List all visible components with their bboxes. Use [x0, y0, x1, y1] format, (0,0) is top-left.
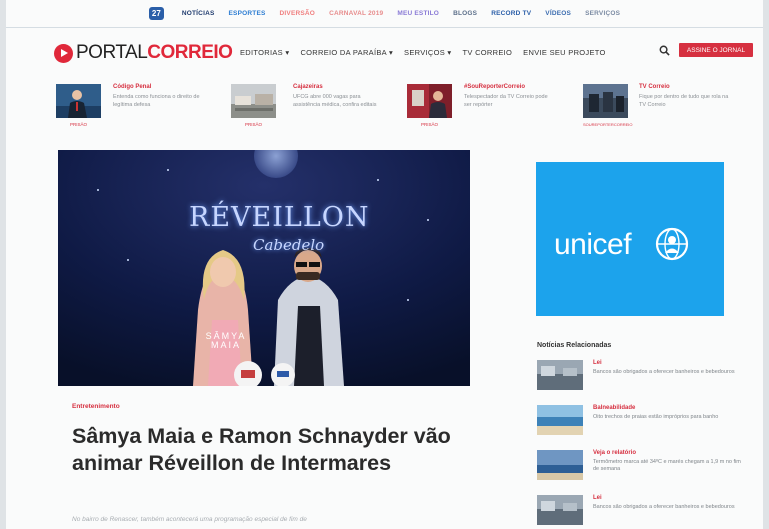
related-item-desc: Termômetro marca até 34ºC e marés chegam…: [593, 459, 741, 472]
ad-brand-text: unicef: [554, 228, 632, 261]
related-thumbnail: [537, 360, 583, 390]
highlight-thumbnail: [56, 84, 101, 118]
related-item-desc: Bancos são obrigados a oferecer banheiro…: [593, 369, 735, 375]
related-item-desc: Bancos são obrigados a oferecer banheiro…: [593, 504, 735, 510]
highlight-item[interactable]: PRISÃO #SouReporterCorreio Telespectador…: [407, 84, 557, 130]
highlight-title: TV Correio: [639, 84, 670, 90]
topnav-item-videos[interactable]: VÍDEOS: [545, 10, 571, 17]
play-logo-icon: [54, 43, 73, 63]
related-thumbnail: [537, 495, 583, 525]
nav-tv-correio[interactable]: TV CORREIO: [463, 48, 513, 57]
portal-correio-logo[interactable]: PORTAL CORREIO: [54, 42, 233, 64]
highlight-desc: Entenda como funciona o direito de legít…: [113, 94, 200, 108]
nav-envie-seu-projeto[interactable]: ENVIE SEU PROJETO: [523, 48, 605, 57]
article-category[interactable]: Entretenimento: [72, 403, 120, 410]
page: 27 NOTÍCIAS ESPORTES DIVERSÃO CARNAVAL 2…: [6, 0, 763, 529]
topnav-item-carnaval[interactable]: CARNAVAL 2019: [329, 10, 383, 17]
related-thumbnail: [537, 405, 583, 435]
highlight-title: Código Penal: [113, 84, 152, 90]
topnav-item-record-tv[interactable]: RECORD TV: [491, 10, 531, 17]
highlight-thumbnail: [583, 84, 628, 118]
highlight-tag: SOUREPORTERCORREIO: [583, 122, 633, 127]
nav-editorias[interactable]: EDITORIAS ▾: [240, 48, 289, 57]
related-item-desc: Oito trechos de praias estão impróprios …: [593, 414, 719, 420]
highlight-tag: PRISÃO: [69, 122, 87, 127]
highlight-tag: PRISÃO: [420, 122, 438, 127]
hero-name-graphic: SÂMYA MAIA: [205, 331, 247, 350]
highlight-desc: UFCG abre 000 vagas para assistência méd…: [293, 94, 377, 108]
topnav-item-noticias[interactable]: NOTÍCIAS: [182, 10, 215, 17]
search-icon[interactable]: [659, 45, 670, 56]
related-news-title: Notícias Relacionadas: [537, 342, 612, 349]
highlight-item[interactable]: PRISÃO Código Penal Entenda como funcion…: [56, 84, 200, 130]
highlight-thumbnail: [407, 84, 452, 118]
nav-servicos[interactable]: SERVIÇOS ▾: [404, 48, 451, 57]
site-header: PORTAL CORREIO EDITORIAS ▾ CORREIO DA PA…: [6, 34, 763, 72]
highlights-strip: PRISÃO Código Penal Entenda como funcion…: [6, 80, 763, 132]
logo-text-correio: CORREIO: [147, 42, 233, 63]
related-thumbnail: [537, 450, 583, 480]
highlight-item[interactable]: PRISÃO Cajazeiras UFCG abre 000 vagas pa…: [231, 84, 376, 130]
related-item-title: Lei: [593, 360, 602, 366]
weather-badge[interactable]: 27: [148, 7, 164, 20]
highlight-title: #SouReporterCorreio: [464, 84, 526, 90]
highlight-tag: PRISÃO: [244, 122, 262, 127]
related-item[interactable]: Lei Bancos são obrigados a oferecer banh…: [537, 360, 747, 396]
related-item-title: Veja o relatório: [593, 450, 637, 456]
hero-subtitle-graphic: Cabedelo: [253, 236, 325, 254]
topnav-item-servicos[interactable]: SERVIÇOS: [585, 10, 620, 17]
highlight-thumbnail: [231, 84, 276, 118]
article-headline[interactable]: Sâmya Maia e Ramon Schnayder vão animar …: [72, 423, 472, 477]
topnav-item-blogs[interactable]: BLOGS: [453, 10, 477, 17]
subscribe-button[interactable]: ASSINE O JORNAL: [679, 43, 753, 57]
topnav-item-meu-estilo[interactable]: MEU ESTILO: [397, 10, 439, 17]
unicef-globe-icon: [655, 227, 689, 261]
highlight-title: Cajazeiras: [293, 84, 323, 90]
highlight-item[interactable]: SOUREPORTERCORREIO TV Correio Fique por …: [583, 84, 753, 130]
hero-image[interactable]: RÉVEILLON Cabedelo SÂMYA MAIA: [58, 150, 470, 386]
logo-text-portal: PORTAL: [76, 42, 148, 63]
network-nav-bar: 27 NOTÍCIAS ESPORTES DIVERSÃO CARNAVAL 2…: [6, 0, 763, 28]
related-item[interactable]: Lei Bancos são obrigados a oferecer banh…: [537, 495, 747, 529]
main-nav: EDITORIAS ▾ CORREIO DA PARAÍBA ▾ SERVIÇO…: [240, 48, 606, 57]
related-item[interactable]: Balneabilidade Oito trechos de praias es…: [537, 405, 747, 441]
related-item-title: Lei: [593, 495, 602, 501]
topnav-item-diversao[interactable]: DIVERSÃO: [280, 10, 316, 17]
topnav-item-esportes[interactable]: ESPORTES: [229, 10, 266, 17]
highlight-desc: Fique por dentro de tudo que rola na TV …: [639, 94, 729, 108]
unicef-ad-banner[interactable]: unicef: [536, 162, 724, 316]
article-lead: No bairro de Renascer, também acontecerá…: [72, 516, 307, 523]
related-item-title: Balneabilidade: [593, 405, 636, 411]
nav-correio-da-paraiba[interactable]: CORREIO DA PARAÍBA ▾: [300, 48, 393, 57]
hero-graphic: [58, 150, 470, 386]
related-item[interactable]: Veja o relatório Termômetro marca até 34…: [537, 450, 747, 486]
hero-title-graphic: RÉVEILLON: [189, 202, 370, 233]
highlight-desc: Telespectador da TV Correio pode ser rep…: [464, 94, 548, 108]
